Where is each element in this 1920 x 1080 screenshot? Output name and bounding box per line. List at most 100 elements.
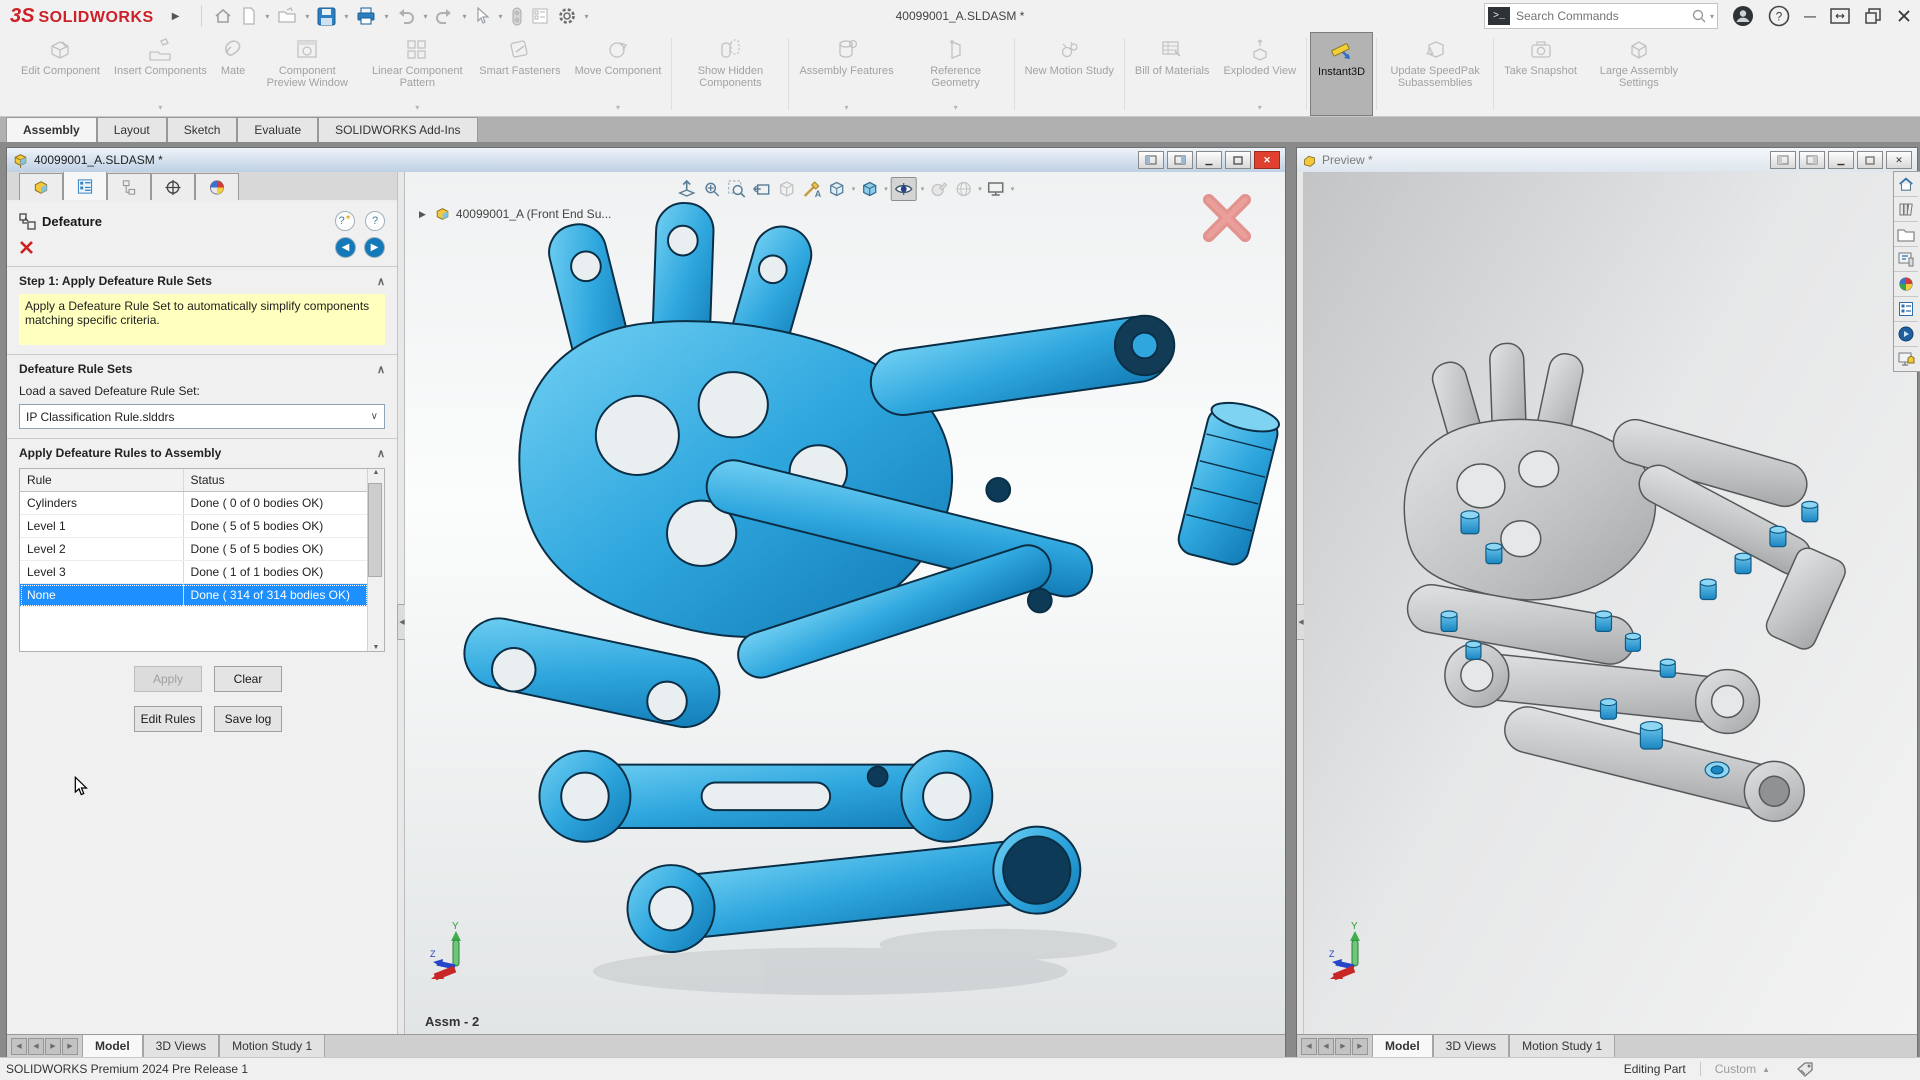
zoom-to-area-button[interactable] [701, 178, 723, 200]
insert-components-caret[interactable]: ▾ [158, 102, 162, 114]
taskpane-resources-button[interactable] [1894, 347, 1918, 371]
undo-button[interactable] [393, 5, 418, 28]
tab-feature-manager[interactable] [19, 173, 63, 200]
rebuild-button[interactable] [508, 4, 526, 29]
options-button[interactable] [554, 3, 580, 29]
taskpane-home-button[interactable] [1894, 172, 1918, 197]
first-tab-icon[interactable]: ◀ [1301, 1038, 1317, 1055]
taskpane-custom-properties-button[interactable] [1894, 297, 1918, 322]
section-rule-sets-header[interactable]: Defeature Rule Sets∧ [19, 362, 385, 376]
tile-right-button[interactable] [1799, 151, 1825, 169]
ribbon-button-bill-of-materials[interactable]: Bill of Materials [1128, 32, 1217, 116]
assembly-3d-model[interactable] [405, 172, 1285, 1035]
hide-show-annotations-button[interactable]: A [801, 178, 823, 200]
panel-splitter[interactable]: ◀ [398, 172, 405, 1035]
rule-set-dropdown[interactable]: IP Classification Rule.slddrs ∨ [19, 404, 385, 429]
status-units-selector[interactable]: Custom ▲ [1715, 1062, 1770, 1076]
display-style-button[interactable] [858, 178, 880, 200]
save-log-button[interactable]: Save log [214, 706, 282, 732]
ribbon-button-reference-geometry[interactable]: Reference Geometry▾ [901, 32, 1011, 116]
tab-property-manager[interactable] [63, 172, 107, 200]
collapse-caret-icon[interactable]: ∧ [377, 363, 385, 376]
close-app-button[interactable] [1896, 8, 1912, 24]
redo-caret[interactable]: ▾ [462, 12, 466, 21]
search-input[interactable] [1514, 8, 1691, 24]
ribbon-button-instant3d[interactable]: Instant3D [1310, 32, 1373, 116]
ribbon-button-update-speedpak[interactable]: Update SpeedPak Subassemblies [1380, 32, 1490, 116]
minimize-button[interactable]: — [1804, 9, 1816, 23]
tab-3d-views[interactable]: 3D Views [143, 1035, 219, 1057]
viewport-breadcrumb[interactable]: ▶ 40099001_A (Front End Su... [419, 206, 611, 222]
restore-doc-button[interactable] [1225, 151, 1251, 169]
tab-configuration-manager[interactable] [107, 173, 151, 200]
save-button[interactable] [314, 4, 339, 29]
first-tab-icon[interactable]: ◀ [11, 1038, 27, 1055]
preview-splitter[interactable]: ◀ [1297, 172, 1304, 1035]
last-tab-icon[interactable]: ▶ [1352, 1038, 1368, 1055]
ribbon-button-exploded-view[interactable]: Exploded View▾ [1216, 32, 1303, 116]
ribbon-button-component-preview-window[interactable]: Component Preview Window [252, 32, 362, 116]
tab-motion-study-1[interactable]: Motion Study 1 [219, 1035, 325, 1057]
restore-button[interactable] [1864, 7, 1882, 25]
tab-display-manager[interactable] [195, 173, 239, 200]
new-document-caret[interactable]: ▾ [265, 12, 269, 21]
close-doc-button[interactable]: ✕ [1254, 151, 1280, 169]
hide-show-items-button[interactable] [891, 177, 917, 201]
view-settings-caret[interactable]: ▾ [1011, 185, 1015, 193]
taskpane-forum-button[interactable] [1894, 322, 1918, 347]
tab-model[interactable]: Model [82, 1035, 143, 1057]
ribbon-button-edit-component[interactable]: Edit Component [14, 32, 107, 116]
tab-motion-study-1[interactable]: Motion Study 1 [1509, 1035, 1615, 1057]
tile-left-button[interactable] [1770, 151, 1796, 169]
ribbon-button-insert-components[interactable]: Insert Components▾ [107, 32, 214, 116]
column-header-status[interactable]: Status [184, 469, 368, 491]
taskpane-view-palette-button[interactable] [1894, 247, 1918, 272]
ribbon-button-show-hidden-components[interactable]: Show Hidden Components [675, 32, 785, 116]
magnified-selection-button[interactable] [726, 178, 748, 200]
print-caret[interactable]: ▾ [384, 12, 388, 21]
taskpane-appearances-button[interactable] [1894, 272, 1918, 297]
collapse-caret-icon[interactable]: ∧ [377, 275, 385, 288]
ribbon-button-large-assembly-settings[interactable]: Large Assembly Settings [1584, 32, 1694, 116]
table-row[interactable]: Level 3 Done ( 1 of 1 bodies OK) [20, 561, 368, 584]
view-settings-button[interactable] [985, 178, 1007, 200]
save-caret[interactable]: ▾ [344, 12, 348, 21]
minimize-doc-button[interactable]: ▁ [1196, 151, 1222, 169]
prev-tab-icon[interactable]: ◀ [28, 1038, 44, 1055]
minimize-preview-button[interactable]: ▁ [1828, 151, 1854, 169]
restore-preview-button[interactable] [1857, 151, 1883, 169]
redo-button[interactable] [432, 5, 457, 28]
collapse-caret-icon[interactable]: ∧ [377, 447, 385, 460]
tab-dimxpert-manager[interactable] [151, 173, 195, 200]
preview-titlebar[interactable]: Preview * ▁ ✕ [1297, 148, 1917, 173]
new-document-button[interactable] [238, 4, 260, 28]
select-caret[interactable]: ▾ [498, 12, 502, 21]
help-icon[interactable]: ? [1768, 5, 1790, 27]
linear-component-pattern-caret[interactable]: ▾ [415, 102, 419, 114]
section-apply-rules-header[interactable]: Apply Defeature Rules to Assembly∧ [19, 446, 385, 460]
file-properties-button[interactable] [528, 4, 552, 28]
home-button[interactable] [210, 4, 236, 28]
graphics-viewport[interactable]: A ▾ ▾ ▾ ▾ ▾ ▶ 40099001_A (Front En [405, 172, 1285, 1035]
view-orientation-button[interactable] [826, 178, 848, 200]
scroll-down-icon[interactable]: ▼ [373, 644, 380, 651]
section-view-button[interactable] [776, 178, 798, 200]
assembly-features-caret[interactable]: ▾ [845, 102, 849, 114]
preview-viewport[interactable]: Y Z [1304, 172, 1917, 1035]
next-tab-icon[interactable]: ▶ [45, 1038, 61, 1055]
back-arrow-button[interactable]: ◀ [335, 237, 356, 258]
print-button[interactable] [353, 4, 379, 28]
ribbon-button-new-motion-study[interactable]: New Motion Study [1018, 32, 1121, 116]
apply-button[interactable]: Apply [134, 666, 202, 692]
last-tab-icon[interactable]: ▶ [62, 1038, 78, 1055]
search-caret[interactable]: ▾ [1710, 12, 1714, 21]
scroll-up-icon[interactable]: ▲ [373, 469, 380, 476]
undo-caret[interactable]: ▾ [423, 12, 427, 21]
forward-arrow-button[interactable]: ▶ [364, 237, 385, 258]
open-caret[interactable]: ▾ [305, 12, 309, 21]
move-component-caret[interactable]: ▾ [616, 102, 620, 114]
options-caret[interactable]: ▾ [585, 12, 589, 21]
clear-button[interactable]: Clear [214, 666, 282, 692]
section-step1-header[interactable]: Step 1: Apply Defeature Rule Sets∧ [19, 274, 385, 288]
reference-geometry-caret[interactable]: ▾ [954, 102, 958, 114]
